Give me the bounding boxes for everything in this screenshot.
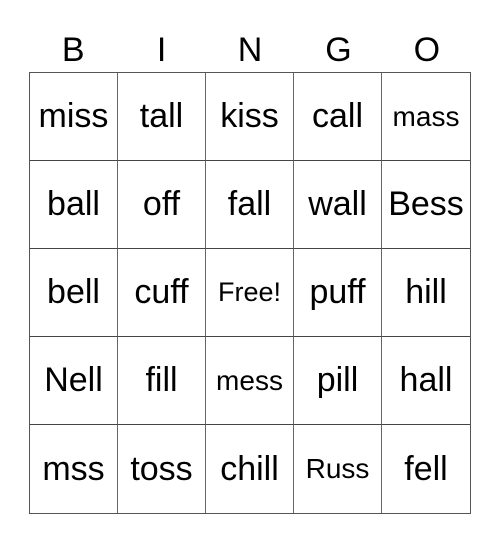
header-letter-b: B [61, 31, 85, 69]
bingo-cell[interactable]: Russ [294, 425, 382, 513]
bingo-cell[interactable]: kiss [206, 73, 294, 161]
bingo-cell[interactable]: mess [206, 337, 294, 425]
bingo-cell[interactable]: puff [294, 249, 382, 337]
bingo-cell[interactable]: wall [294, 161, 382, 249]
bingo-cell[interactable]: fill [118, 337, 206, 425]
header-letter-o: O [413, 31, 441, 69]
header-letter-i: I [156, 31, 167, 69]
bingo-cell[interactable]: Bess [382, 161, 470, 249]
bingo-cell[interactable]: mass [382, 73, 470, 161]
bingo-cell[interactable]: pill [294, 337, 382, 425]
bingo-cell[interactable]: tall [118, 73, 206, 161]
bingo-cell[interactable]: fall [206, 161, 294, 249]
free-space-cell[interactable]: Free! [206, 249, 294, 337]
bingo-cell[interactable]: fell [382, 425, 470, 513]
bingo-cell[interactable]: miss [30, 73, 118, 161]
bingo-cell[interactable]: mss [30, 425, 118, 513]
bingo-cell[interactable]: off [118, 161, 206, 249]
bingo-cell[interactable]: bell [30, 249, 118, 337]
bingo-cell[interactable]: hill [382, 249, 470, 337]
bingo-cell[interactable]: chill [206, 425, 294, 513]
bingo-cell[interactable]: call [294, 73, 382, 161]
header-letter-n: N [237, 31, 263, 69]
bingo-cell[interactable]: cuff [118, 249, 206, 337]
bingo-header: B I N G O [29, 28, 471, 72]
bingo-cell[interactable]: toss [118, 425, 206, 513]
bingo-cell[interactable]: Nell [30, 337, 118, 425]
bingo-cell[interactable]: hall [382, 337, 470, 425]
bingo-card-grid: miss tall kiss call mass ball off fall w… [29, 72, 471, 514]
header-letter-g: G [325, 31, 352, 69]
bingo-cell[interactable]: ball [30, 161, 118, 249]
